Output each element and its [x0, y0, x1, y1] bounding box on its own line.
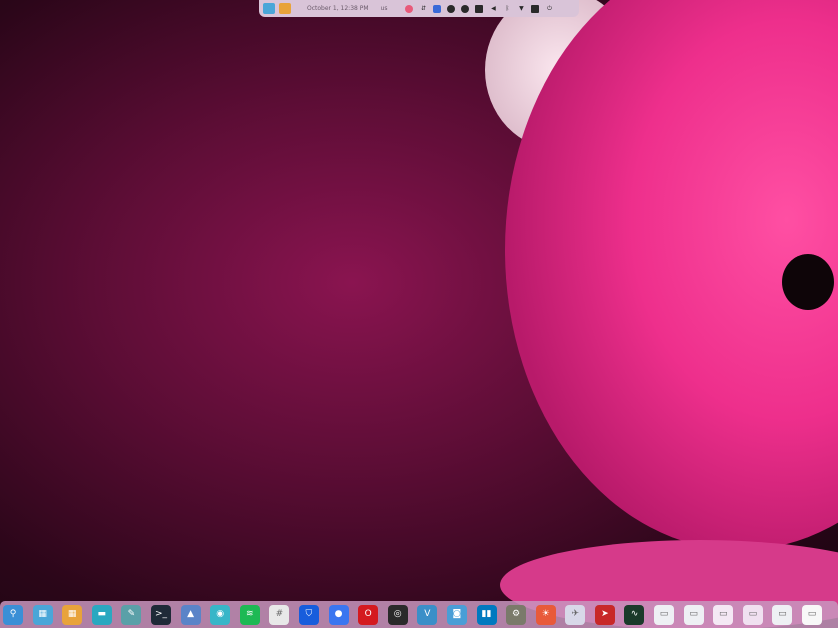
workspaces-icon[interactable]: ▦ — [32, 604, 53, 625]
power-icon[interactable]: ⏻ — [545, 5, 553, 13]
dock-item-glyph: >_ — [154, 609, 167, 619]
software-store-icon[interactable]: ▲ — [180, 604, 201, 625]
dock-item-glyph: V — [424, 609, 431, 619]
window-preview-1-icon[interactable]: ▭ — [654, 604, 675, 625]
dock-item-glyph: ▭ — [659, 609, 669, 619]
search-icon[interactable]: ⚲ — [3, 604, 23, 625]
window-preview-5-icon[interactable]: ▭ — [772, 604, 793, 625]
window-preview-4-icon[interactable]: ▭ — [742, 604, 763, 625]
dock-item-glyph: ▭ — [748, 609, 758, 619]
record-icon[interactable]: ◎ — [387, 604, 408, 625]
window-preview-6-icon[interactable]: ▭ — [802, 604, 823, 625]
dock-item-glyph: ▦ — [67, 609, 77, 619]
network-speed-icon[interactable]: ⇵ — [419, 5, 427, 13]
dock-item-glyph: ▮▮ — [481, 609, 492, 619]
window-preview-3-icon[interactable]: ▭ — [713, 604, 734, 625]
opera-icon[interactable]: O — [358, 604, 379, 625]
spotify-icon[interactable]: ≋ — [239, 604, 260, 625]
files-icon[interactable]: ▬ — [91, 604, 112, 625]
system-tray: ⇵ ◀ ᛒ ▼ ⏻ — [405, 4, 559, 13]
camera-icon[interactable]: ◙ — [446, 604, 467, 625]
signal-icon[interactable]: ● — [328, 604, 349, 625]
weather-icon[interactable]: ☀ — [535, 604, 556, 625]
dock-item-glyph: ▲ — [187, 609, 195, 619]
dock-item-glyph: ◙ — [452, 609, 462, 619]
dock-item-glyph: ● — [334, 609, 343, 619]
dock-item-glyph: ▭ — [689, 609, 698, 619]
dock: ⚲ ▦ ▦ ▬ ✎ >_ ▲ ◉ ≋ # ⛉ ● O ◎ V ◙ ▮▮ ⚙ ☀ ✈ ➤ ∿ ▭ ▭ ▭ ▭ ▭ ▭ — [0, 601, 838, 628]
dock-item-glyph: ⛉ — [305, 609, 313, 619]
screenshot-icon[interactable]: ◉ — [210, 604, 231, 625]
dock-item-glyph: ◎ — [393, 609, 402, 619]
trello-icon[interactable]: ▮▮ — [476, 604, 497, 625]
display-icon[interactable] — [475, 4, 484, 13]
dock-item-glyph: ✎ — [127, 609, 136, 619]
app-grid-icon[interactable]: ▦ — [62, 604, 83, 625]
workspaces-icon[interactable] — [263, 3, 275, 14]
bitwarden-icon[interactable]: ⛉ — [298, 604, 319, 625]
keyboard-layout-indicator[interactable]: us — [381, 5, 388, 12]
goose-icon[interactable]: ✈ — [565, 604, 586, 625]
volume-icon[interactable]: ◀ — [489, 5, 497, 13]
wifi-icon[interactable]: ▼ — [517, 5, 525, 13]
dock-item-glyph: ☀ — [541, 609, 550, 619]
chat-icon[interactable] — [433, 4, 442, 13]
battery-icon[interactable] — [531, 4, 540, 13]
top-panel: October 1, 12:38 PM us ⇵ ◀ ᛒ ▼ ⏻ — [259, 0, 579, 17]
dock-item-glyph: ✈ — [571, 609, 580, 619]
dock-item-glyph: ➤ — [601, 609, 609, 619]
terminal-icon[interactable]: >_ — [150, 604, 171, 625]
clock[interactable]: October 1, 12:38 PM — [307, 5, 369, 12]
dock-item-glyph: ▬ — [97, 609, 107, 619]
window-preview-2-icon[interactable]: ▭ — [683, 604, 704, 625]
dock-item-glyph: ▭ — [718, 609, 728, 619]
dock-item-glyph: ▭ — [778, 609, 787, 619]
dock-item-glyph: # — [275, 609, 284, 619]
system-monitor-icon[interactable]: ∿ — [624, 604, 645, 625]
app-grid-icon[interactable] — [279, 3, 291, 14]
dock-item-glyph: ≋ — [245, 609, 254, 619]
dock-item-glyph: ∿ — [630, 609, 639, 619]
dock-item-glyph: ⚲ — [9, 609, 17, 619]
vectorizer-icon[interactable]: V — [417, 604, 438, 625]
wallpaper-teddy-bear — [485, 0, 838, 628]
spotify-icon[interactable] — [447, 4, 456, 13]
settings-icon[interactable]: ⚙ — [506, 604, 527, 625]
slack-icon[interactable]: # — [269, 604, 290, 625]
text-editor-icon[interactable]: ✎ — [121, 604, 142, 625]
bluetooth-icon[interactable]: ᛒ — [503, 5, 511, 13]
dock-item-glyph: ▦ — [38, 609, 47, 619]
dock-item-glyph: ◉ — [216, 609, 225, 619]
dock-item-glyph: ▭ — [807, 609, 817, 619]
send-icon[interactable]: ➤ — [594, 604, 615, 625]
dock-item-glyph: ⚙ — [512, 609, 521, 619]
app-indicator-icon[interactable] — [405, 4, 414, 13]
sync-icon[interactable] — [461, 4, 470, 13]
dock-item-glyph: O — [364, 609, 372, 619]
